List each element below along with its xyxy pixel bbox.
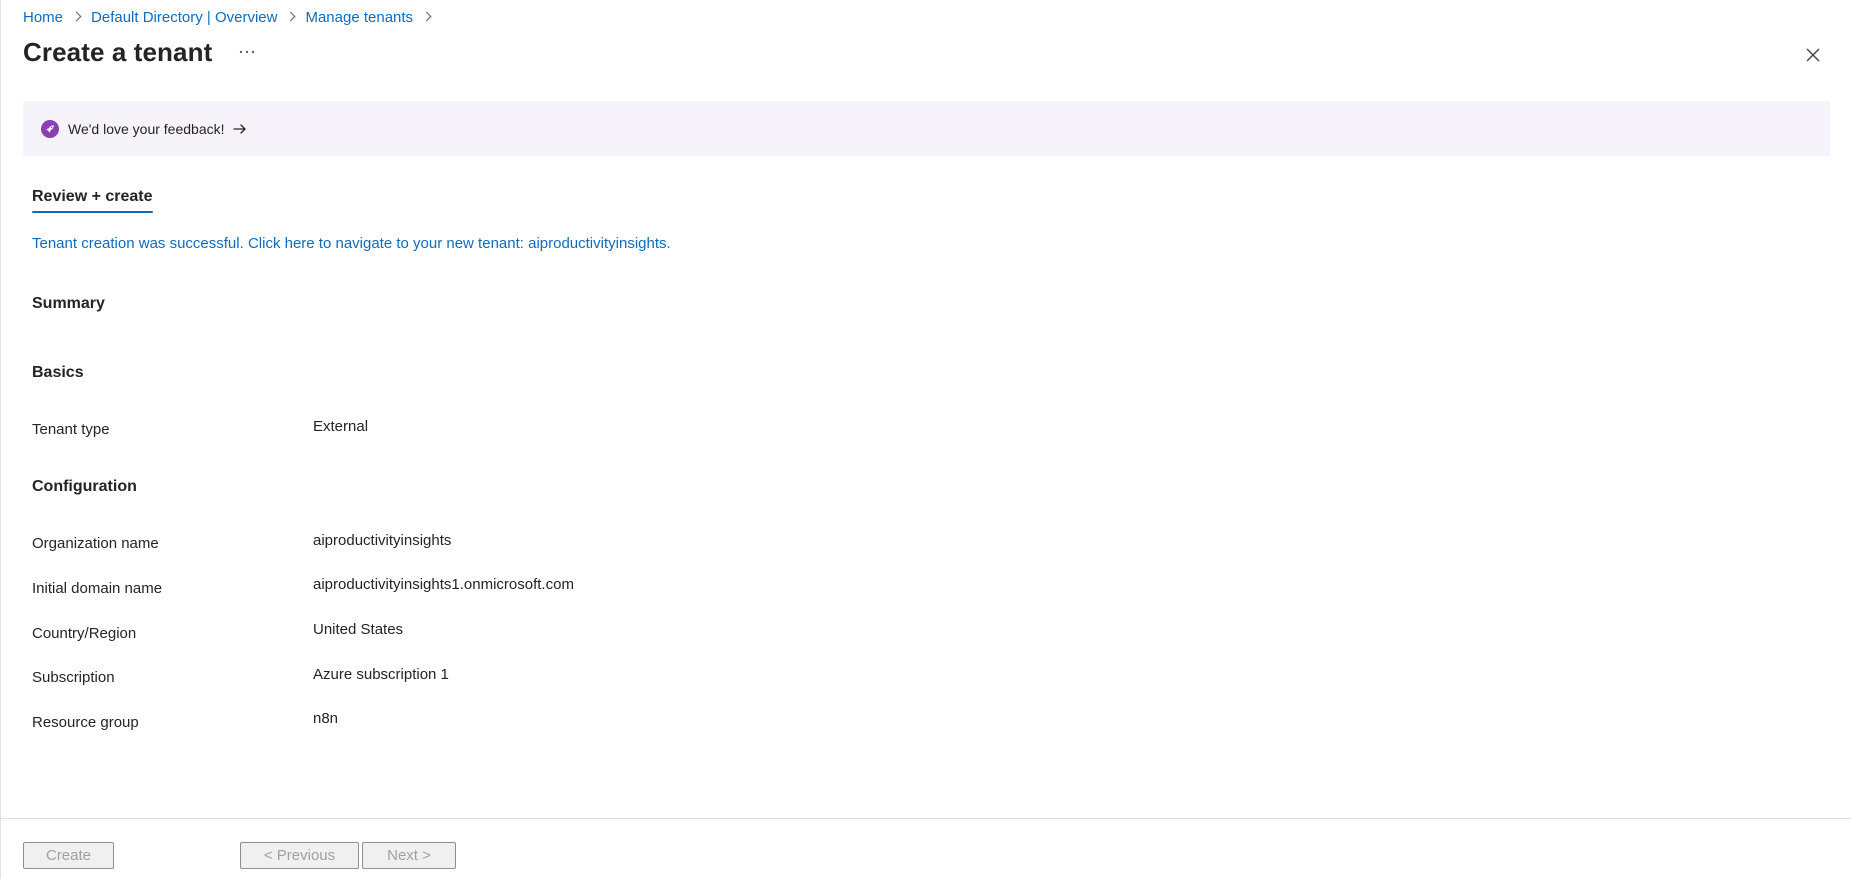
close-button[interactable] <box>1800 42 1826 68</box>
configuration-heading: Configuration <box>32 478 137 495</box>
page-title: Create a tenant <box>23 37 213 67</box>
previous-button[interactable]: < Previous <box>240 842 359 869</box>
tenant-type-label: Tenant type <box>32 421 110 438</box>
initial-domain-label: Initial domain name <box>32 580 163 597</box>
subscription-label: Subscription <box>32 669 115 686</box>
feedback-text: We'd love your feedback! <box>68 120 225 137</box>
feedback-banner[interactable]: We'd love your feedback! <box>23 101 1830 156</box>
chevron-right-icon <box>413 8 441 26</box>
tab-active-indicator <box>32 211 153 213</box>
create-tenant-page: Home Default Directory | Overview Manage… <box>0 0 1851 879</box>
ellipsis-icon <box>239 50 255 54</box>
tab-label: Review + create <box>32 188 153 205</box>
organization-name-value: aiproductivityinsights <box>313 532 452 549</box>
country-region-label: Country/Region <box>32 625 137 642</box>
breadcrumb-home[interactable]: Home <box>23 9 63 26</box>
resource-group-value: n8n <box>313 710 339 727</box>
tenant-success-link[interactable]: Tenant creation was successful. Click he… <box>32 235 671 252</box>
organization-name-label: Organization name <box>32 535 159 552</box>
subscription-value: Azure subscription 1 <box>313 666 449 683</box>
chevron-right-icon <box>277 8 305 26</box>
tenant-type-value: External <box>313 418 369 435</box>
close-icon <box>1806 48 1820 62</box>
footer-divider <box>1 818 1851 819</box>
breadcrumb: Home Default Directory | Overview Manage… <box>23 8 441 26</box>
more-options-button[interactable] <box>237 42 257 62</box>
breadcrumb-default-directory[interactable]: Default Directory | Overview <box>91 9 277 26</box>
chevron-right-icon <box>63 8 91 26</box>
basics-heading: Basics <box>32 364 84 381</box>
rocket-icon <box>41 119 59 138</box>
breadcrumb-manage-tenants[interactable]: Manage tenants <box>305 9 413 26</box>
resource-group-label: Resource group <box>32 714 139 731</box>
summary-heading: Summary <box>32 295 105 312</box>
next-button[interactable]: Next > <box>362 842 456 869</box>
initial-domain-value: aiproductivityinsights1.onmicrosoft.com <box>313 576 574 593</box>
arrow-right-icon <box>232 123 247 135</box>
tab-review-create[interactable]: Review + create <box>32 188 153 213</box>
country-region-value: United States <box>313 621 404 638</box>
create-button[interactable]: Create <box>23 842 114 869</box>
